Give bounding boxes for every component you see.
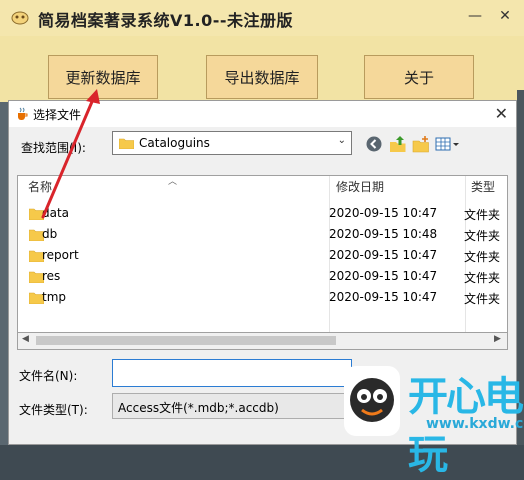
file-date: 2020-09-15 10:48 xyxy=(329,227,438,241)
back-icon[interactable] xyxy=(365,135,383,153)
sort-ascending-icon: ︿ xyxy=(168,177,178,187)
file-type: 文件夹 xyxy=(464,250,501,264)
app-title: 简易档案著录系统V1.0--未注册版 xyxy=(38,11,294,30)
dialog-close-button[interactable]: ✕ xyxy=(495,104,508,123)
scroll-left-icon[interactable]: ◀ xyxy=(22,334,29,344)
java-cup-icon xyxy=(18,107,28,120)
list-item[interactable]: db 2020-09-15 10:48 文件夹 xyxy=(18,224,507,245)
list-item[interactable]: res 2020-09-15 10:47 文件夹 xyxy=(18,266,507,287)
file-date: 2020-09-15 10:47 xyxy=(329,290,438,304)
app-icon xyxy=(11,11,29,25)
file-type: 文件夹 xyxy=(464,208,501,222)
look-in-value: Cataloguins xyxy=(139,136,210,150)
list-item[interactable]: report 2020-09-15 10:47 文件夹 xyxy=(18,245,507,266)
look-in-select[interactable]: Cataloguins ⌄ xyxy=(112,131,352,155)
chevron-down-icon: ⌄ xyxy=(337,135,346,146)
file-type: 文件夹 xyxy=(464,271,501,285)
file-name: tmp xyxy=(42,290,67,304)
dialog-titlebar: 选择文件 ✕ xyxy=(9,101,516,127)
file-type: 文件夹 xyxy=(464,229,501,243)
update-database-button[interactable]: 更新数据库 xyxy=(48,55,158,99)
export-database-button[interactable]: 导出数据库 xyxy=(206,55,318,99)
column-header-date[interactable]: 修改日期 xyxy=(336,176,384,198)
desktop-background xyxy=(0,102,8,445)
scrollbar-thumb[interactable] xyxy=(36,336,336,345)
filename-label: 文件名(N): xyxy=(19,369,78,383)
app-titlebar: 简易档案著录系统V1.0--未注册版 — ✕ xyxy=(0,0,524,36)
new-folder-icon[interactable] xyxy=(412,135,430,153)
file-type: 文件夹 xyxy=(464,292,501,306)
filetype-select[interactable]: Access文件(*.mdb;*.accdb) xyxy=(112,393,352,419)
watermark-url: www.kxdw.com xyxy=(426,416,524,432)
list-item[interactable]: tmp 2020-09-15 10:47 文件夹 xyxy=(18,287,507,308)
horizontal-scrollbar[interactable]: ◀ ▶ xyxy=(17,333,508,350)
file-list[interactable]: 名称 ︿ 修改日期 类型 data 2020-09-15 10:47 文件夹 d… xyxy=(17,175,508,333)
watermark-logo-icon xyxy=(344,366,400,436)
close-button[interactable]: ✕ xyxy=(494,6,516,26)
look-in-label: 查找范围(I): xyxy=(21,141,86,155)
file-date: 2020-09-15 10:47 xyxy=(329,206,438,220)
column-header-type[interactable]: 类型 xyxy=(471,176,495,198)
about-button[interactable]: 关于 xyxy=(364,55,474,99)
filetype-label: 文件类型(T): xyxy=(19,403,88,417)
scroll-right-icon[interactable]: ▶ xyxy=(494,334,501,344)
filename-input[interactable] xyxy=(112,359,352,387)
column-header-name[interactable]: 名称 xyxy=(28,176,52,198)
folder-icon xyxy=(119,138,134,149)
view-menu-icon[interactable] xyxy=(435,135,461,153)
filetype-value: Access文件(*.mdb;*.accdb) xyxy=(118,401,279,415)
dialog-title: 选择文件 xyxy=(33,108,82,122)
minimize-button[interactable]: — xyxy=(464,6,486,26)
file-name: report xyxy=(42,248,79,262)
file-name: data xyxy=(42,206,70,220)
file-name: db xyxy=(42,227,58,241)
watermark: 开心电玩 www.kxdw.com xyxy=(340,358,524,478)
file-name: res xyxy=(42,269,61,283)
list-item[interactable]: data 2020-09-15 10:47 文件夹 xyxy=(18,203,507,224)
file-date: 2020-09-15 10:47 xyxy=(329,269,438,283)
up-folder-icon[interactable] xyxy=(389,135,407,153)
file-date: 2020-09-15 10:47 xyxy=(329,248,438,262)
